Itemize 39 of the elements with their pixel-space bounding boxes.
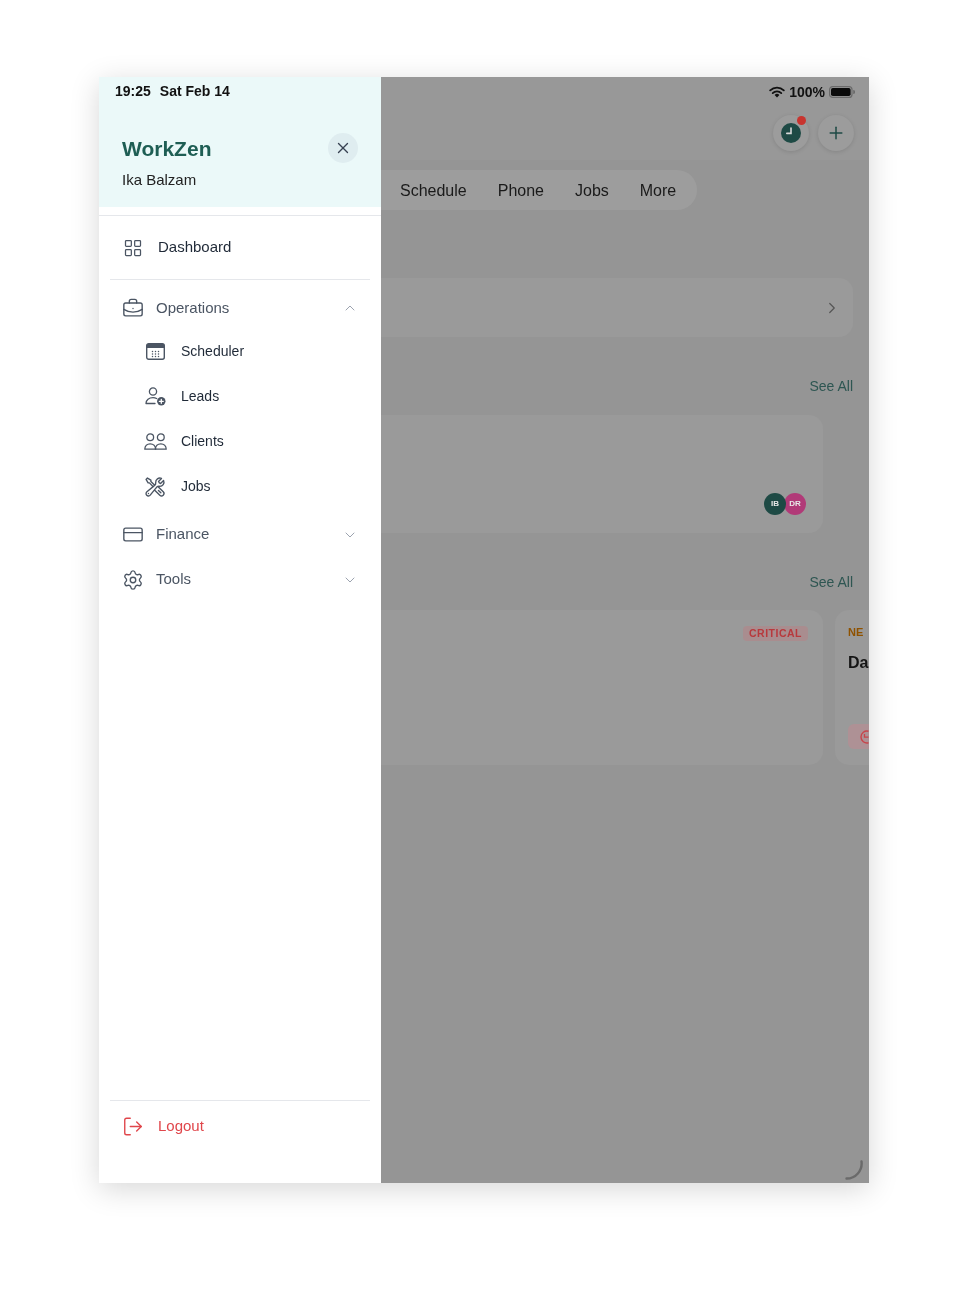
nav-group[interactable]: Tools [110,557,370,602]
battery-icon [829,86,855,98]
clock-icon [857,729,869,744]
grid-icon [123,237,143,258]
battery-percent: 100% [789,83,825,101]
user-plus-icon [144,387,166,406]
priority-tag: CRITICAL [743,626,808,641]
job-title: Da [848,653,869,672]
wifi-icon [769,86,786,98]
brand-title: WorkZen [122,135,212,161]
nav-group[interactable]: Operations [110,287,370,329]
settings-icon [122,568,144,591]
add-button[interactable] [818,115,854,151]
avatar: DR [784,493,806,515]
status-tag: NE [848,626,864,639]
tools-icon [144,475,166,498]
tab[interactable]: Jobs [575,180,609,200]
calendar-icon [145,343,165,360]
nav-item[interactable]: Dashboard [110,216,370,279]
user-name: Ika Balzam [121,171,198,189]
nav-subitem[interactable]: Scheduler [143,329,370,374]
tab[interactable]: Schedule [400,180,467,200]
nav-subitem[interactable]: Clients [143,419,370,464]
status-date: Sat Feb 14 [159,83,230,100]
nav-group[interactable]: Finance [110,512,370,557]
clock-icon [781,123,801,143]
corner-arc-icon [845,1160,863,1180]
clock-button[interactable] [773,115,809,151]
timer-button[interactable] [848,724,869,749]
close-button[interactable] [328,133,358,163]
logout-button[interactable]: Logout [110,1101,370,1151]
briefcase-icon [122,296,144,320]
tab[interactable]: Phone [497,180,544,200]
nav-subitem[interactable]: Leads [143,374,370,419]
tab[interactable]: More [639,180,677,200]
users-icon [143,433,167,450]
avatar: IB [764,493,786,515]
nav-subitem[interactable]: Jobs [143,464,370,509]
status-time: 19:25 [115,83,151,100]
